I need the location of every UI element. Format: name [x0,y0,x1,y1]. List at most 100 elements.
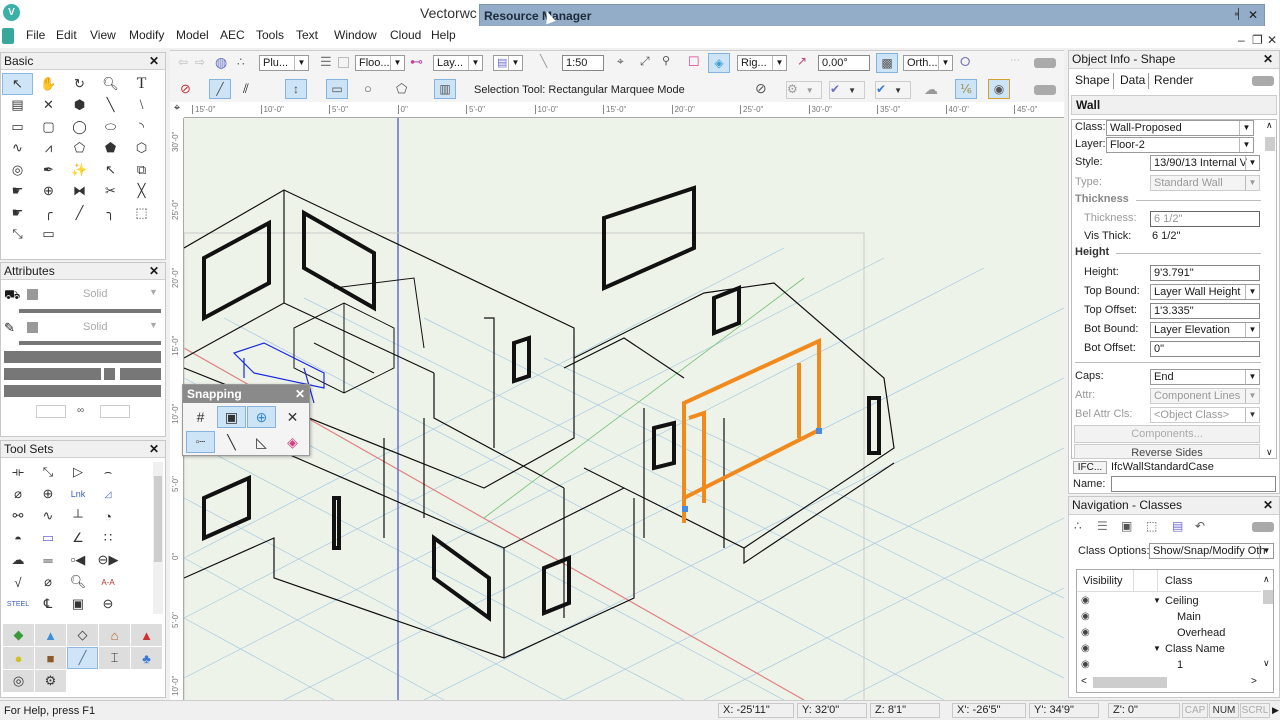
polygon-marquee-icon[interactable]: ⬠ [396,81,407,97]
horizontal-scrollbar-thumb[interactable] [1093,677,1167,688]
line-type-extra-bar[interactable] [120,368,161,380]
tab-data[interactable]: Data [1120,73,1145,87]
ruler-origin-icon[interactable]: ⌖ [170,102,184,118]
revision-cloud-tool-icon[interactable]: ☁︎ [3,549,33,571]
active-class-dropdown[interactable]: Plu... ▼ [259,55,309,71]
scroll-right-icon[interactable]: > [1251,676,1257,687]
unsnap-icon[interactable]: ⊘ [180,81,191,97]
name-field[interactable] [1111,476,1276,492]
layer-visibility-icon[interactable]: ⊷ [410,54,423,70]
section-label-tool-icon[interactable]: A-A [93,571,123,593]
tool-preferences-dropdown[interactable]: ⚙ ▼ [786,81,822,99]
trim-tool-icon[interactable]: ╳ [126,181,157,203]
mirror-tool-icon[interactable]: ⧓ [64,181,95,203]
close-window-icon[interactable]: ✕ [1267,33,1277,47]
active-layer-dropdown[interactable]: Floo... ▼ [355,55,405,71]
class-row[interactable]: ◉ ▼ Class Name [1077,642,1261,658]
close-icon[interactable]: ✕ [1248,8,1258,22]
line-type-swatch[interactable] [104,368,115,380]
rotation-angle-field[interactable]: 0.00° [818,55,870,71]
snap-to-angle-button[interactable]: ⊕ [247,406,276,428]
scroll-left-icon[interactable]: < [1081,676,1087,687]
pen-style[interactable]: Solid [83,321,107,333]
single-object-mode-button[interactable]: ╱ [209,79,231,99]
line-type-bar[interactable] [4,368,101,380]
lighting-set-icon[interactable]: ● [3,647,34,669]
fillet-tool-icon[interactable]: ╭ [33,202,64,224]
visibility-eye-icon[interactable]: ◉ [1081,627,1090,638]
double-polygon-tool-icon[interactable]: ⬟ [95,138,126,160]
toolbar-expand-button[interactable] [1034,85,1056,95]
snap-to-object-button[interactable]: ▣ [217,406,246,428]
globe-icon[interactable]: ◍ [215,54,227,71]
link-icon[interactable]: ∞ [77,405,84,416]
site-planning-set-icon[interactable]: ◆ [3,624,34,646]
oval-tool-icon[interactable]: ⬭ [95,116,126,138]
smart-edge-button[interactable]: ╲ [217,431,246,453]
fit-to-objects-icon[interactable]: ⌖ [617,54,624,69]
menu-tools[interactable]: Tools [256,28,284,42]
pen-opacity-bar[interactable] [19,341,161,345]
locus-tool-icon[interactable]: ✕ [33,95,64,117]
callout-tool-icon[interactable]: ▭ [33,527,63,549]
menu-view[interactable]: View [90,28,116,42]
snap-to-grid-button[interactable]: # [186,406,215,428]
pan-tool-icon[interactable]: ✋ [33,73,64,95]
class-options-dropdown[interactable]: Show/Snap/Modify Oth ▼ [1149,543,1274,559]
line-tool-icon[interactable]: ╲ [95,95,126,117]
chevron-down-icon[interactable]: ▼ [149,320,158,330]
section-marker-tool-icon[interactable]: ⊖▶ [93,549,123,571]
camera-button[interactable]: ◉ [988,79,1010,99]
circle-tool-icon[interactable]: ◯ [64,116,95,138]
resource-manager-titlebar[interactable]: Resource Manager ╡ ✕ [479,4,1265,28]
layer-options-icon[interactable] [338,57,349,68]
rotate-plan-icon[interactable]: ↗ [797,54,807,68]
visibility-eye-icon[interactable]: ◉ [1081,659,1090,670]
arc-tool-icon[interactable]: ◝ [126,116,157,138]
angular-dim-tool-icon[interactable]: ▷ [63,461,93,483]
layers-tab-icon[interactable]: ☰ [1097,519,1108,533]
detailing-set-icon[interactable]: ■ [35,647,66,669]
arc-length-tool-icon[interactable]: ⌢ [93,461,123,483]
tab-shape[interactable]: Shape [1075,73,1110,87]
rigging-set-icon[interactable]: ⚙ [35,670,66,692]
center-mark-tool-icon[interactable]: ⊕ [33,483,63,505]
snap-to-surface-button[interactable]: ◈ [278,431,307,453]
snapping-header[interactable]: Snapping ✕ [183,385,309,403]
selection-handle[interactable] [682,506,688,512]
render-mode-button[interactable]: ▩ [876,53,898,73]
marker-bar[interactable] [4,385,161,397]
menu-edit[interactable]: Edit [56,28,77,42]
attribute-mapping-tool-icon[interactable]: ↖ [95,159,126,181]
object-info-scrollbar[interactable]: ∧ ∨ [1264,120,1276,458]
saved-views-tab-icon[interactable]: ▤ [1172,519,1183,533]
protractor-tool-icon[interactable]: ◓ [3,527,33,549]
link-tool-icon[interactable]: Lnk [63,483,93,505]
menu-aec[interactable]: AEC [220,28,245,42]
flyover-tool-icon[interactable]: ↻ [64,73,95,95]
tab-render[interactable]: Render [1154,73,1193,87]
sheet-layer-dropdown[interactable]: ▤ ▼ [493,55,523,71]
offset-tool-icon[interactable]: ☛ [2,202,33,224]
close-icon[interactable]: ✕ [149,53,159,69]
3d-locus-tool-icon[interactable]: ⬢ [64,95,95,117]
callout-tool-icon[interactable]: ▤ [2,95,33,117]
close-icon[interactable]: ✕ [149,441,159,457]
palette-menu-button[interactable] [1252,522,1274,532]
menu-cloud[interactable]: Cloud [390,28,421,42]
bel-attr-dropdown[interactable]: <Object Class> ▼ [1150,407,1260,423]
projection-dropdown[interactable]: Orth... ▼ [903,55,953,71]
id-tag-tool-icon[interactable]: ⊖ [93,593,123,615]
landscape-set-icon[interactable]: ▲ [35,624,66,646]
close-icon[interactable]: ✕ [1263,51,1273,67]
rectangle-tool-icon[interactable]: ▭ [2,116,33,138]
end-marker-field[interactable] [100,405,130,418]
cloud-icon[interactable]: ☁︎ [924,81,938,98]
scrollbar-thumb[interactable] [154,476,162,562]
menu-model[interactable]: Model [176,28,209,42]
horizontal-ruler[interactable]: 15'-0" 10'-0" 5'-0" 0" 5'-0" 10'-0" 15'-0" 20'-… [184,102,1064,118]
pin-icon[interactable]: ╡ [1235,9,1242,20]
restore-icon[interactable]: ❐ [1252,33,1263,47]
sheet-layers-tab-icon[interactable]: ▣ [1121,519,1132,533]
style-dropdown[interactable]: 13/90/13 Internal V ▼ [1150,155,1260,171]
